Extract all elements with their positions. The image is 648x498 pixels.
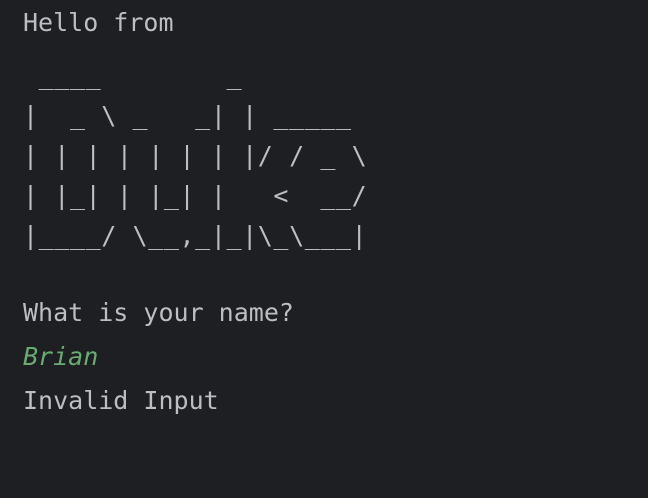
ascii-logo-line: | _ \ _ _| | _____ <box>23 101 352 130</box>
console-output: Hello from ____ _ | _ \ _ _| | _____ | |… <box>0 0 648 498</box>
greeting-line: Hello from <box>23 8 174 37</box>
user-input-echo: Brian <box>23 342 99 371</box>
invalid-input-message: Invalid Input <box>23 386 219 415</box>
ascii-logo-line: |____/ \__,_|_|\_\___| <box>23 221 368 250</box>
ascii-logo-line: | | | | | | | |/ / _ \ <box>23 141 368 170</box>
name-prompt: What is your name? <box>23 298 294 327</box>
ascii-logo: ____ _ | _ \ _ _| | _____ | | | | | | | … <box>23 56 648 256</box>
ascii-logo-line: | |_| | |_| | < __/ <box>23 181 368 210</box>
ascii-logo-line: ____ _ <box>23 61 243 90</box>
